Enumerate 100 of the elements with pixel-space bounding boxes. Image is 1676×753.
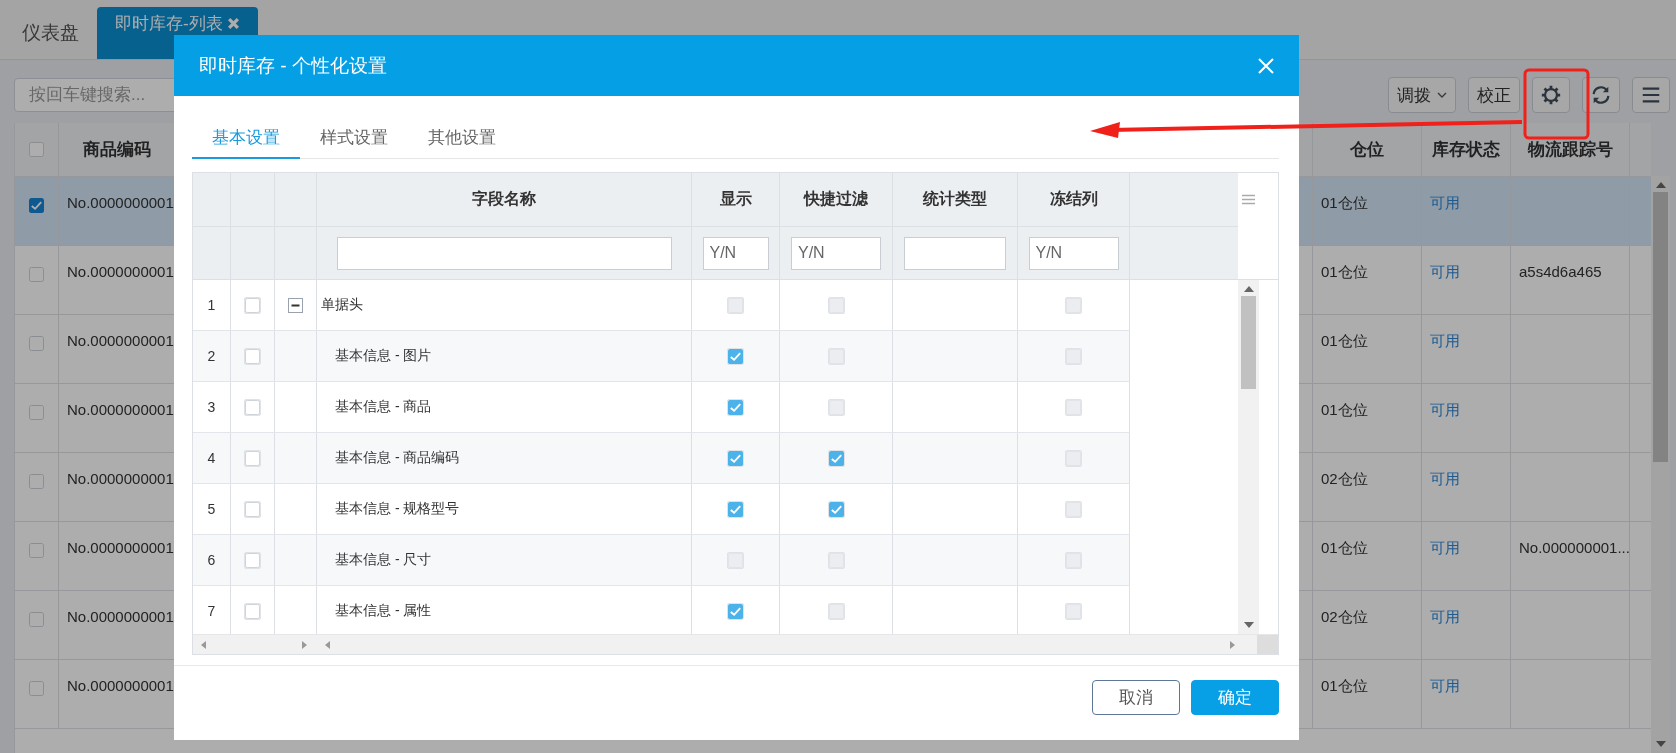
checkbox[interactable]	[1065, 602, 1082, 620]
table-cell: 02仓位	[1313, 591, 1422, 659]
checkbox[interactable]	[244, 347, 261, 365]
toolbar-button[interactable]	[1582, 77, 1620, 113]
highlight-box	[1523, 68, 1590, 140]
field-name: 基本信息 - 图片	[317, 331, 692, 381]
checkbox[interactable]	[244, 500, 261, 518]
grid-row[interactable]: 2 基本信息 - 图片	[193, 331, 1130, 382]
close-icon[interactable]	[226, 17, 240, 30]
status-text: 可用	[1422, 315, 1511, 383]
checkbox[interactable]	[244, 602, 261, 620]
scrollbar[interactable]	[193, 634, 1278, 654]
checkbox[interactable]	[727, 449, 744, 467]
settings-tab[interactable]: 样式设置	[300, 118, 408, 159]
checkbox[interactable]	[1065, 398, 1082, 416]
field-name: 单据头	[317, 280, 692, 330]
status-text: 可用	[1422, 246, 1511, 314]
checkbox[interactable]	[1065, 551, 1082, 569]
filter-field[interactable]	[336, 236, 672, 270]
column-header: 物流跟踪号	[1511, 123, 1630, 176]
status-text: 可用	[1422, 522, 1511, 590]
checkbox[interactable]	[827, 347, 845, 365]
field-name: 基本信息 - 规格型号	[317, 484, 692, 534]
column-header: 库存状态	[1422, 123, 1511, 176]
checkbox[interactable]	[29, 142, 44, 157]
table-cell: 01仓位	[1313, 660, 1422, 728]
settings-icon	[1540, 84, 1562, 106]
filter-field[interactable]	[904, 236, 1006, 270]
checkbox[interactable]	[827, 551, 845, 569]
settings-tab[interactable]: 其他设置	[408, 118, 516, 159]
status-text: 可用	[1422, 453, 1511, 521]
menu-icon[interactable]	[1242, 194, 1255, 205]
checkbox[interactable]	[29, 267, 44, 282]
menu-icon	[1640, 84, 1662, 106]
checkbox[interactable]	[29, 681, 44, 696]
checkbox[interactable]	[727, 602, 744, 620]
scrollbar[interactable]	[1238, 280, 1259, 634]
checkbox[interactable]	[827, 398, 845, 416]
table-cell: 01仓位	[1313, 384, 1422, 452]
table-cell: a5s4d6a465	[1511, 246, 1630, 314]
checkbox[interactable]	[727, 500, 744, 518]
status-text: 可用	[1422, 591, 1511, 659]
row-number: 4	[193, 433, 231, 483]
checkbox[interactable]	[29, 336, 44, 351]
dropdown-button[interactable]: 调拨	[1388, 77, 1456, 113]
checkbox[interactable]	[827, 500, 845, 518]
collapse-icon[interactable]	[288, 297, 303, 313]
grid-row[interactable]: 6 基本信息 - 尺寸	[193, 535, 1130, 586]
checkbox[interactable]	[1065, 449, 1082, 467]
grid-row[interactable]: 1 单据头	[193, 280, 1130, 331]
grid-row[interactable]: 5 基本信息 - 规格型号	[193, 484, 1130, 535]
filter-field[interactable]: Y/N	[1028, 236, 1119, 270]
filter-field[interactable]: Y/N	[791, 236, 881, 270]
table-cell: 01仓位	[1313, 522, 1422, 590]
field-name: 基本信息 - 尺寸	[317, 535, 692, 585]
checkbox[interactable]	[827, 602, 845, 620]
toolbar-button[interactable]	[1532, 77, 1570, 113]
checkbox[interactable]	[244, 551, 261, 569]
toolbar-button[interactable]: 校正	[1468, 77, 1520, 113]
column-header: 仓位	[1313, 123, 1422, 176]
checkbox[interactable]	[727, 347, 744, 365]
toolbar-button[interactable]	[1632, 77, 1670, 113]
table-cell: 02仓位	[1313, 453, 1422, 521]
status-text: 可用	[1422, 660, 1511, 728]
checkbox[interactable]	[727, 398, 744, 416]
app-tab[interactable]: 仪表盘	[4, 7, 97, 59]
checkbox[interactable]	[727, 551, 744, 569]
scrollbar[interactable]	[1651, 176, 1670, 753]
row-number: 6	[193, 535, 231, 585]
status-text: 可用	[1422, 384, 1511, 452]
checkbox[interactable]	[244, 296, 261, 314]
row-number: 5	[193, 484, 231, 534]
row-number: 2	[193, 331, 231, 381]
checkbox[interactable]	[1065, 347, 1082, 365]
checkbox[interactable]	[727, 296, 744, 314]
checkbox[interactable]	[244, 449, 261, 467]
checkbox[interactable]	[827, 449, 845, 467]
table-cell: 01仓位	[1313, 246, 1422, 314]
refresh-icon	[1590, 84, 1612, 106]
status-text: 可用	[1422, 177, 1511, 245]
checkbox[interactable]	[29, 198, 44, 213]
cancel-button[interactable]: 取消	[1092, 680, 1180, 715]
checkbox[interactable]	[1065, 296, 1082, 314]
row-number: 1	[193, 280, 231, 330]
checkbox[interactable]	[29, 405, 44, 420]
checkbox[interactable]	[29, 612, 44, 627]
filter-field[interactable]: Y/N	[702, 236, 769, 270]
grid-row[interactable]: 4 基本信息 - 商品编码	[193, 433, 1130, 484]
grid-row[interactable]: 3 基本信息 - 商品	[193, 382, 1130, 433]
row-number: 3	[193, 382, 231, 432]
close-icon[interactable]	[1257, 56, 1275, 75]
checkbox[interactable]	[827, 296, 845, 314]
checkbox[interactable]	[29, 543, 44, 558]
caret-icon	[1437, 90, 1447, 100]
checkbox[interactable]	[244, 398, 261, 416]
checkbox[interactable]	[1065, 500, 1082, 518]
table-cell: 01仓位	[1313, 177, 1422, 245]
table-cell: 01仓位	[1313, 315, 1422, 383]
table-cell: No.000000001...	[1511, 522, 1630, 590]
checkbox[interactable]	[29, 474, 44, 489]
